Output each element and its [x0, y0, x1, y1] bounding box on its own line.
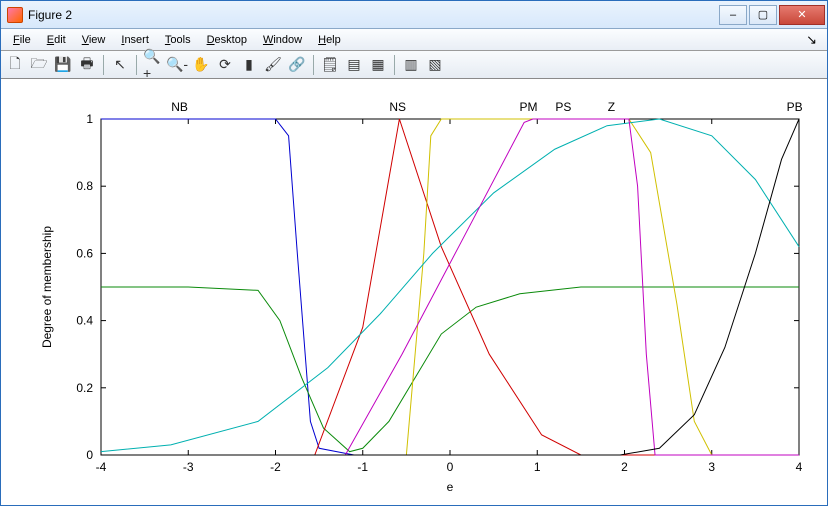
- svg-text:-3: -3: [183, 460, 194, 474]
- svg-text:-1: -1: [357, 460, 368, 474]
- brush-icon[interactable]: 🖌: [262, 54, 284, 76]
- zoom-in-icon[interactable]: 🔍+: [142, 54, 164, 76]
- svg-text:0.2: 0.2: [76, 381, 93, 395]
- maximize-button[interactable]: ▢: [749, 5, 777, 25]
- svg-text:-2: -2: [270, 460, 281, 474]
- svg-text:3: 3: [708, 460, 715, 474]
- pointer-icon[interactable]: ↖: [109, 54, 131, 76]
- window-buttons: – ▢ ✕: [717, 5, 825, 25]
- new-figure-icon[interactable]: 🗋: [4, 54, 26, 76]
- menu-window[interactable]: Window: [255, 32, 310, 48]
- menu-file[interactable]: File: [5, 32, 39, 48]
- separator: [313, 55, 314, 75]
- separator: [394, 55, 395, 75]
- menubar: File Edit View Insert Tools Desktop Wind…: [1, 29, 827, 51]
- datacursor-icon[interactable]: ▮: [238, 54, 260, 76]
- more-tools-icon[interactable]: ▧: [424, 54, 446, 76]
- window-title: Figure 2: [28, 8, 717, 22]
- svg-text:0.4: 0.4: [76, 314, 93, 328]
- zoom-out-icon[interactable]: 🔍-: [166, 54, 188, 76]
- link-icon[interactable]: 🔗: [286, 54, 308, 76]
- svg-text:0: 0: [86, 448, 93, 462]
- svg-text:-4: -4: [96, 460, 107, 474]
- pan-icon[interactable]: ✋: [190, 54, 212, 76]
- open-icon[interactable]: 🗁: [28, 54, 50, 76]
- figure-window: Figure 2 – ▢ ✕ File Edit View Insert Too…: [0, 0, 828, 506]
- svg-text:0.8: 0.8: [76, 179, 93, 193]
- menu-edit[interactable]: Edit: [39, 32, 74, 48]
- svg-text:Z: Z: [608, 100, 615, 114]
- svg-text:PS: PS: [555, 100, 571, 114]
- separator: [103, 55, 104, 75]
- minimize-button[interactable]: –: [719, 5, 747, 25]
- colorbar-icon[interactable]: ▤: [343, 54, 365, 76]
- svg-text:PM: PM: [520, 100, 538, 114]
- svg-text:PB: PB: [787, 100, 803, 114]
- svg-text:4: 4: [796, 460, 803, 474]
- separator: [136, 55, 137, 75]
- svg-text:Degree of membership: Degree of membership: [40, 226, 54, 348]
- hide-tools-icon[interactable]: ▥: [400, 54, 422, 76]
- close-button[interactable]: ✕: [779, 5, 825, 25]
- toolbar: 🗋 🗁 💾 🖶 ↖ 🔍+ 🔍- ✋ ⟳ ▮ 🖌 🔗 🗒 ▤ ▦ ▥ ▧: [1, 51, 827, 79]
- svg-text:0: 0: [447, 460, 454, 474]
- matlab-icon: [7, 7, 23, 23]
- titlebar[interactable]: Figure 2 – ▢ ✕: [1, 1, 827, 29]
- figure-content: -4 -3 -2 -1 0 1 2 3 4 0 0.2 0.4 0.6 0.8 1 e Degree of me…: [1, 79, 827, 505]
- svg-text:1: 1: [534, 460, 541, 474]
- svg-text:NS: NS: [389, 100, 406, 114]
- menu-insert[interactable]: Insert: [113, 32, 157, 48]
- annotate-icon[interactable]: ▦: [367, 54, 389, 76]
- menu-view[interactable]: View: [74, 32, 114, 48]
- menu-desktop[interactable]: Desktop: [199, 32, 255, 48]
- insert-legend-icon[interactable]: 🗒: [319, 54, 341, 76]
- svg-text:0.6: 0.6: [76, 246, 93, 260]
- dock-button[interactable]: ↘: [800, 30, 823, 50]
- rotate-icon[interactable]: ⟳: [214, 54, 236, 76]
- save-icon[interactable]: 💾: [52, 54, 74, 76]
- svg-text:NB: NB: [171, 100, 188, 114]
- membership-plot: -4 -3 -2 -1 0 1 2 3 4 0 0.2 0.4 0.6 0.8 1 e Degree of me…: [1, 79, 827, 505]
- svg-text:2: 2: [621, 460, 628, 474]
- print-icon[interactable]: 🖶: [76, 54, 98, 76]
- svg-text:1: 1: [86, 112, 93, 126]
- menu-tools[interactable]: Tools: [157, 32, 199, 48]
- svg-text:e: e: [447, 480, 454, 494]
- menu-help[interactable]: Help: [310, 32, 349, 48]
